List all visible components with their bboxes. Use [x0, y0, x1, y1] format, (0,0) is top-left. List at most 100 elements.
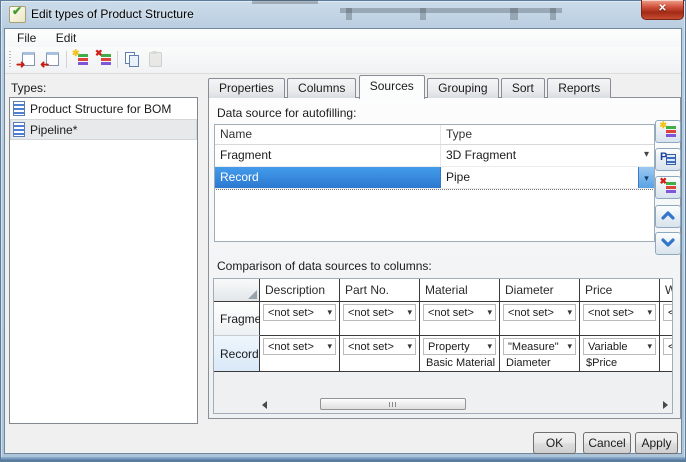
window-title: Edit types of Product Structure: [31, 7, 194, 21]
cell-type[interactable]: Pipe ▾: [441, 167, 654, 188]
cell-value: [580, 321, 659, 336]
close-button[interactable]: ✕: [641, 0, 684, 20]
properties-icon: P: [660, 152, 676, 166]
import-type-button[interactable]: ➜: [40, 49, 61, 70]
grid-cell[interactable]: <not set>▾: [500, 302, 580, 336]
column-header-price[interactable]: Price: [580, 279, 660, 302]
delete-source-button[interactable]: ✖: [655, 176, 681, 199]
dialog-window: ✔ Edit types of Product Structure ✕ File…: [0, 0, 686, 462]
move-down-button[interactable]: [655, 232, 681, 255]
chevron-down-icon: ▾: [327, 341, 332, 352]
list-item-pipeline[interactable]: Pipeline*: [10, 119, 197, 140]
grid-cell[interactable]: <not set>▾: [420, 302, 500, 336]
cell-name[interactable]: Fragment: [215, 145, 441, 166]
column-header-description[interactable]: Description: [260, 279, 340, 302]
app-icon: ✔: [9, 6, 26, 23]
cell-type[interactable]: 3D Fragment ▾: [441, 145, 654, 166]
cell-value: [420, 321, 499, 336]
table-row-record[interactable]: Record Pipe ▾: [215, 167, 654, 189]
column-header-type[interactable]: Type: [441, 125, 654, 144]
cell-combo[interactable]: "Measure"▾: [503, 338, 576, 355]
column-header-material[interactable]: Material: [420, 279, 500, 302]
tab-sources[interactable]: Sources: [359, 75, 425, 99]
grid-cell[interactable]: Property▾Basic Material: [420, 336, 500, 372]
menu-edit[interactable]: Edit: [48, 29, 85, 47]
column-header-diameter[interactable]: Diameter: [500, 279, 580, 302]
move-up-button[interactable]: [655, 205, 681, 228]
add-type-button[interactable]: ✱: [70, 49, 91, 70]
star-icon: ✱: [72, 48, 80, 59]
list-item-product-structure[interactable]: Product Structure for BOM: [10, 98, 197, 119]
check-icon: ✔: [12, 4, 22, 18]
add-source-icon: ✱: [661, 123, 676, 139]
grid-cell[interactable]: <not set>▾: [580, 302, 660, 336]
cell-name-selected[interactable]: Record: [215, 167, 441, 188]
export-type-button[interactable]: ➜: [16, 49, 37, 70]
add-source-button[interactable]: ✱: [655, 120, 681, 143]
cell-combo[interactable]: <not set>▾: [343, 304, 416, 321]
apply-button[interactable]: Apply: [635, 432, 678, 454]
paste-icon: [149, 52, 162, 67]
column-header-weight[interactable]: We: [660, 279, 673, 302]
focus-marquee: [216, 189, 653, 190]
row-header-record[interactable]: Record: [214, 336, 260, 372]
tab-properties[interactable]: Properties: [208, 78, 285, 98]
grid-cell[interactable]: <not set>▾: [340, 336, 420, 372]
tab-reports[interactable]: Reports: [547, 78, 611, 98]
cancel-button[interactable]: Cancel: [583, 432, 631, 454]
types-list[interactable]: Product Structure for BOM Pipeline*: [9, 97, 198, 424]
cell-combo[interactable]: Variable▾: [583, 338, 656, 355]
corner-triangle-icon: [248, 290, 257, 299]
row-header-fragment[interactable]: Fragment: [214, 302, 260, 336]
cell-combo[interactable]: Property▾: [423, 338, 496, 355]
cell-combo[interactable]: <not set>▾: [663, 304, 673, 321]
autofill-table[interactable]: Name Type Fragment 3D Fragment ▾ Record …: [214, 124, 655, 242]
scroll-left-button[interactable]: [260, 400, 269, 409]
delete-source-icon: ✖: [661, 179, 676, 195]
cell-combo[interactable]: <not set>▾: [263, 338, 336, 355]
tab-sort[interactable]: Sort: [501, 78, 545, 98]
cell-combo[interactable]: <not set>▾: [423, 304, 496, 321]
autofill-label: Data source for autofilling:: [217, 106, 356, 120]
grid-cell[interactable]: <not set>▾: [260, 336, 340, 372]
tab-columns[interactable]: Columns: [287, 78, 356, 98]
cell-type-value: Pipe: [446, 170, 470, 184]
source-properties-button[interactable]: P: [655, 148, 681, 171]
ok-button[interactable]: OK: [533, 432, 576, 454]
cell-combo[interactable]: <not set>▾: [343, 338, 416, 355]
add-type-icon: ✱: [73, 51, 88, 67]
types-label: Types:: [11, 81, 46, 95]
table-row-fragment[interactable]: Fragment 3D Fragment ▾: [215, 145, 654, 167]
cell-value: [660, 355, 673, 371]
grid-cell[interactable]: <not set>▾: [660, 336, 673, 372]
horizontal-scrollbar[interactable]: [260, 398, 670, 411]
toolbar-separator: [117, 51, 118, 68]
cell-combo[interactable]: <not set>▾: [263, 304, 336, 321]
grid-cell[interactable]: Variable▾$Price: [580, 336, 660, 372]
copy-icon: [124, 51, 140, 67]
grid-cell[interactable]: "Measure"▾Diameter: [500, 336, 580, 372]
delete-type-button[interactable]: ✖: [93, 49, 114, 70]
cell-combo[interactable]: <not set>▾: [503, 304, 576, 321]
chevron-down-icon[interactable]: ▾: [644, 145, 649, 165]
grid-cell[interactable]: <not set>▾: [660, 302, 673, 336]
grid-cell[interactable]: <not set>▾: [260, 302, 340, 336]
scroll-right-button[interactable]: [661, 400, 670, 409]
title-bar[interactable]: ✔ Edit types of Product Structure ✕: [0, 0, 686, 28]
delete-type-icon: ✖: [96, 51, 111, 67]
scrollbar-thumb[interactable]: [320, 398, 466, 410]
menu-file[interactable]: File: [9, 29, 44, 47]
toolbar-grip[interactable]: [9, 51, 11, 69]
cell-combo[interactable]: <not set>▾: [663, 338, 673, 355]
tab-grouping[interactable]: Grouping: [427, 78, 498, 98]
dropdown-button[interactable]: ▾: [638, 167, 654, 188]
cell-combo[interactable]: <not set>▾: [583, 304, 656, 321]
copy-button[interactable]: [121, 49, 142, 70]
comparison-table[interactable]: Description Part No. Material Diameter P…: [213, 278, 673, 414]
grid-corner-cell[interactable]: [214, 279, 260, 302]
cell-value: [260, 321, 339, 336]
column-header-name[interactable]: Name: [215, 125, 441, 144]
grid-cell[interactable]: <not set>▾: [340, 302, 420, 336]
delete-x-icon: ✖: [95, 48, 103, 59]
column-header-partno[interactable]: Part No.: [340, 279, 420, 302]
